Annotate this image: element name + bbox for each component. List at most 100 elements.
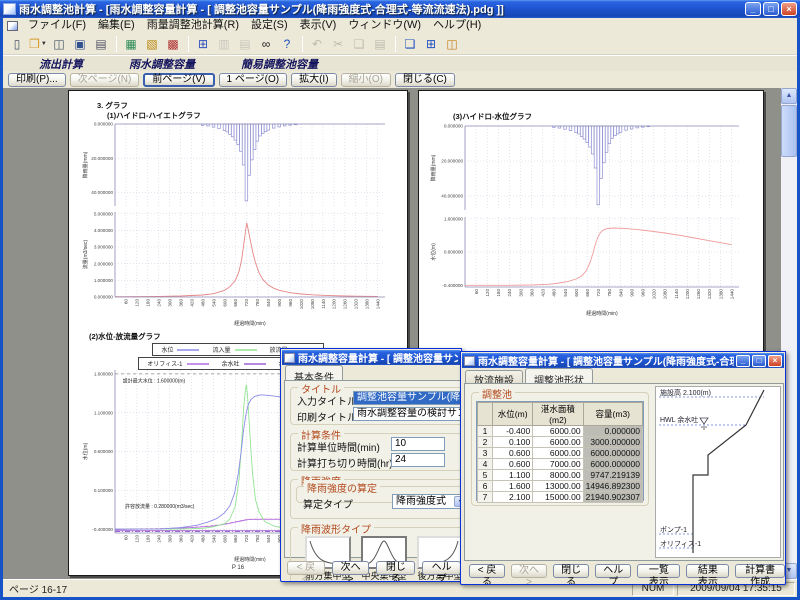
- value-cell[interactable]: 21940.902307: [583, 492, 642, 503]
- value-cell[interactable]: 13000.00: [533, 481, 583, 492]
- value-cell[interactable]: 1.600: [493, 481, 533, 492]
- prev-page-button[interactable]: 前ページ(V): [143, 73, 214, 87]
- dialog2-result-view-button[interactable]: 結果表示: [686, 564, 729, 578]
- one-page-button[interactable]: 1 ページ(O): [219, 73, 288, 87]
- dialog1-help-button[interactable]: ヘルプ: [422, 561, 461, 575]
- table-row: 72.10015000.0021940.902307: [478, 492, 643, 503]
- search-icon[interactable]: ∞: [256, 34, 276, 53]
- dialog2-back-button[interactable]: < 戻る: [469, 564, 505, 578]
- scrollbar-thumb[interactable]: [781, 105, 797, 157]
- pond-shape-dialog: 雨水調整容量計算 - [ 調整池容量サンプル(降雨強度式-合理式-等流流速法).…: [460, 351, 786, 585]
- svg-text:120: 120: [135, 299, 140, 307]
- minimize-button[interactable]: _: [736, 355, 750, 367]
- dialog2-report-create-button[interactable]: 計算書作成: [735, 564, 785, 578]
- menu-window[interactable]: ウィンドウ(W): [342, 19, 427, 31]
- outflow-calc-icon[interactable]: ▦: [121, 34, 141, 53]
- dialog2-help-button[interactable]: ヘルプ: [595, 564, 631, 578]
- wave-option-front[interactable]: 前方集中型: [305, 536, 351, 582]
- tab-simple-pond-volume[interactable]: 簡易調整池容量: [231, 56, 328, 72]
- value-cell[interactable]: -0.400: [493, 426, 533, 437]
- unit-time-field[interactable]: 10: [391, 437, 445, 451]
- value-cell[interactable]: 6000.00: [533, 426, 583, 437]
- pond-calc-icon[interactable]: ▩: [163, 34, 183, 53]
- value-cell[interactable]: 0.100: [493, 437, 533, 448]
- value-cell[interactable]: 6000.000000: [583, 448, 642, 459]
- new-document-icon[interactable]: ▯: [7, 34, 27, 53]
- menu-settings[interactable]: 設定(S): [245, 19, 294, 31]
- dialog-icon: [464, 356, 475, 366]
- zoom-in-button[interactable]: 拡大(I): [291, 73, 336, 87]
- svg-text:1440: 1440: [376, 299, 381, 310]
- value-cell[interactable]: 0.600: [493, 459, 533, 470]
- value-cell[interactable]: 2.100: [493, 492, 533, 503]
- hyetograph-chart-left: 0.00000020.00000040.000000降雨量(mm): [81, 119, 395, 214]
- tab-storage-volume[interactable]: 雨水調整容量: [119, 56, 205, 72]
- storage-calc-icon[interactable]: ▧: [142, 34, 162, 53]
- legend-label: 流入量: [212, 345, 230, 354]
- input-title-field[interactable]: 調整池容量サンプル(降雨強度式-合理式-等流流速法): [353, 391, 462, 405]
- value-cell[interactable]: 1.100: [493, 470, 533, 481]
- tab-outflow-calc[interactable]: 流出計算: [29, 56, 93, 72]
- dialog1-close-button[interactable]: 閉じる: [376, 561, 415, 575]
- svg-text:900: 900: [277, 299, 282, 307]
- graph-view-icon: ▥: [214, 34, 234, 53]
- toolbar-separator: [302, 36, 303, 52]
- menu-pond-calc[interactable]: 雨量調整池計算(R): [141, 19, 245, 31]
- svg-text:水位(m): 水位(m): [82, 442, 89, 460]
- mdi-child-icon[interactable]: [7, 21, 18, 31]
- value-cell[interactable]: 15000.00: [533, 492, 583, 503]
- maximize-button[interactable]: □: [752, 355, 766, 367]
- arrange-windows-icon[interactable]: ◫: [442, 34, 462, 53]
- menu-edit[interactable]: 編集(E): [92, 19, 141, 31]
- row-number-cell[interactable]: 6: [478, 481, 493, 492]
- value-cell[interactable]: 8000.00: [533, 470, 583, 481]
- print-button[interactable]: 印刷(P)...: [8, 73, 66, 87]
- save-icon[interactable]: ▣: [70, 34, 90, 53]
- open-file-icon[interactable]: ❒▼: [28, 34, 48, 53]
- table-view-icon[interactable]: ⊞: [193, 34, 213, 53]
- pond-shape-table[interactable]: 水位(m)湛水面積(m2)容量(m3)1-0.4006000.000.00000…: [477, 402, 643, 503]
- row-number-cell[interactable]: 2: [478, 437, 493, 448]
- dialog2-button-row: < 戻る次へ >閉じるヘルプ一覧表示結果表示計算書作成: [469, 564, 785, 578]
- close-preview-button[interactable]: 閉じる(C): [395, 73, 455, 87]
- print-icon[interactable]: ▤: [91, 34, 111, 53]
- value-cell[interactable]: 6000.00: [533, 437, 583, 448]
- row-number-cell[interactable]: 7: [478, 492, 493, 503]
- wave-group-caption: 降雨波形タイプ: [298, 521, 374, 536]
- scroll-up-button[interactable]: ▲: [781, 88, 797, 104]
- close-icon[interactable]: ×: [768, 355, 782, 367]
- cascade-windows-icon[interactable]: ❏: [400, 34, 420, 53]
- value-cell[interactable]: 14946.892300: [583, 481, 642, 492]
- svg-text:840: 840: [266, 299, 271, 307]
- minimize-button[interactable]: _: [745, 2, 761, 16]
- value-cell[interactable]: 0.000000: [583, 426, 642, 437]
- svg-text:360: 360: [529, 289, 534, 297]
- menu-view[interactable]: 表示(V): [294, 19, 343, 31]
- value-cell[interactable]: 6000.000000: [583, 459, 642, 470]
- maximize-button[interactable]: □: [763, 2, 779, 16]
- value-cell[interactable]: 0.600: [493, 448, 533, 459]
- value-cell[interactable]: 9747.219139: [583, 470, 642, 481]
- print-preview-icon[interactable]: ◫: [49, 34, 69, 53]
- row-number-cell[interactable]: 1: [478, 426, 493, 437]
- value-cell[interactable]: 3000.000000: [583, 437, 642, 448]
- dialog2-close-button[interactable]: 閉じる: [553, 564, 589, 578]
- print-title-field[interactable]: 雨水調整容量の検討サンプル(降雨強度式-合理式-等流流速法): [353, 407, 462, 421]
- table-row: 61.60013000.0014946.892300: [478, 481, 643, 492]
- dialog2-list-view-button[interactable]: 一覧表示: [637, 564, 680, 578]
- dialog1-next-button[interactable]: 次へ >: [332, 561, 370, 575]
- value-cell[interactable]: 7000.00: [533, 459, 583, 470]
- tile-windows-icon[interactable]: ⊞: [421, 34, 441, 53]
- close-button[interactable]: ×: [781, 2, 797, 16]
- svg-text:4.000000: 4.000000: [94, 228, 114, 233]
- menu-help[interactable]: ヘルプ(H): [427, 19, 487, 31]
- menu-file[interactable]: ファイル(F): [22, 19, 92, 31]
- calc-type-combobox[interactable]: 降雨強度式 ▼: [392, 494, 462, 509]
- value-cell[interactable]: 6000.00: [533, 448, 583, 459]
- row-number-cell[interactable]: 3: [478, 448, 493, 459]
- help-icon[interactable]: ?: [277, 34, 297, 53]
- cutoff-time-field[interactable]: 24: [391, 453, 445, 467]
- row-number-cell[interactable]: 5: [478, 470, 493, 481]
- row-number-cell[interactable]: 4: [478, 459, 493, 470]
- legend-item: 流入量: [212, 345, 257, 354]
